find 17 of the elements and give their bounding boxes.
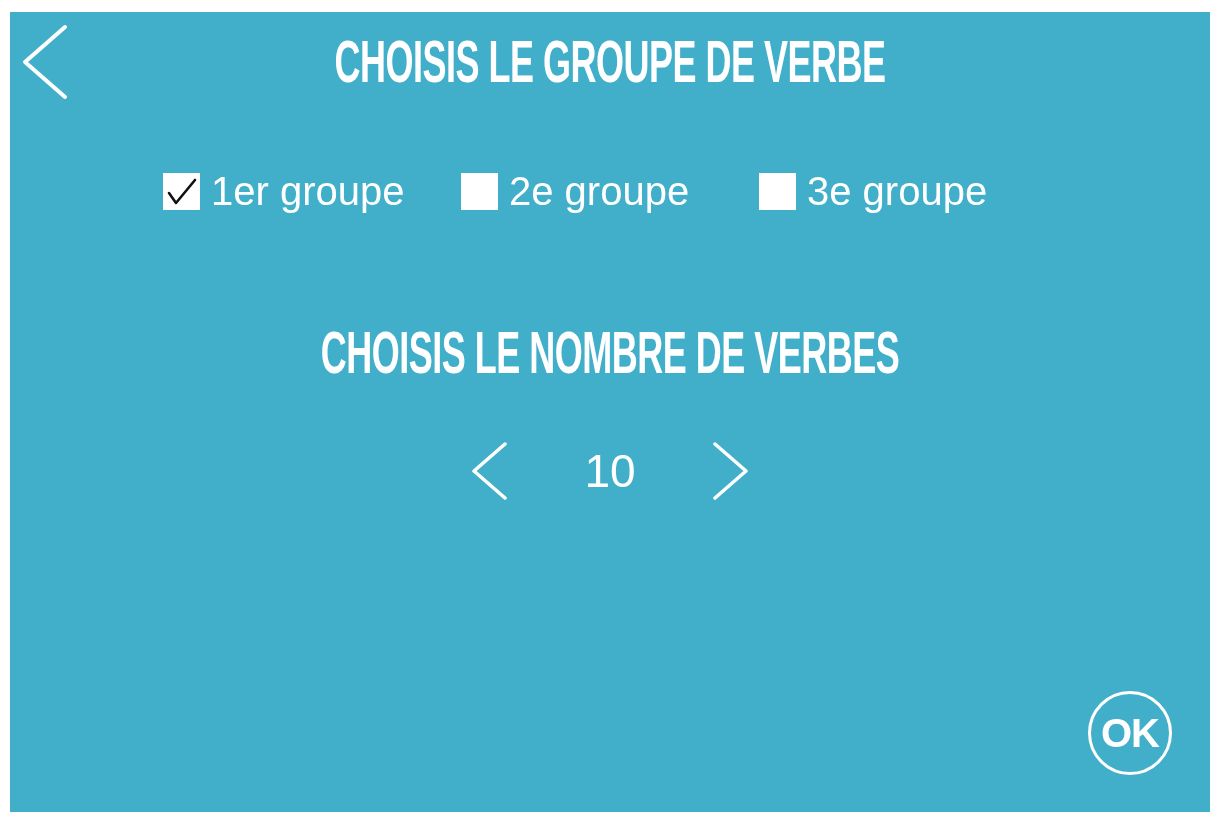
chevron-left-icon	[472, 442, 509, 500]
chevron-left-icon	[22, 24, 68, 100]
page-title: CHOISIS LE GROUPE DE VERBE	[334, 32, 886, 92]
decrease-button[interactable]	[472, 442, 509, 500]
check-icon	[166, 177, 197, 205]
verb-count: 10	[584, 445, 636, 497]
checkbox[interactable]	[759, 172, 796, 210]
back-button[interactable]	[22, 24, 68, 100]
section-title: CHOISIS LE NOMBRE DE VERBES	[320, 323, 900, 383]
checkbox[interactable]	[163, 172, 200, 210]
checkbox[interactable]	[461, 172, 498, 210]
ok-button[interactable]: OK	[1088, 691, 1172, 775]
chevron-right-icon	[711, 442, 748, 500]
checkbox-label: 2e groupe	[509, 171, 690, 211]
checkbox-label: 3e groupe	[807, 171, 988, 211]
increase-button[interactable]	[711, 442, 748, 500]
checkbox-label: 1er groupe	[211, 171, 405, 211]
